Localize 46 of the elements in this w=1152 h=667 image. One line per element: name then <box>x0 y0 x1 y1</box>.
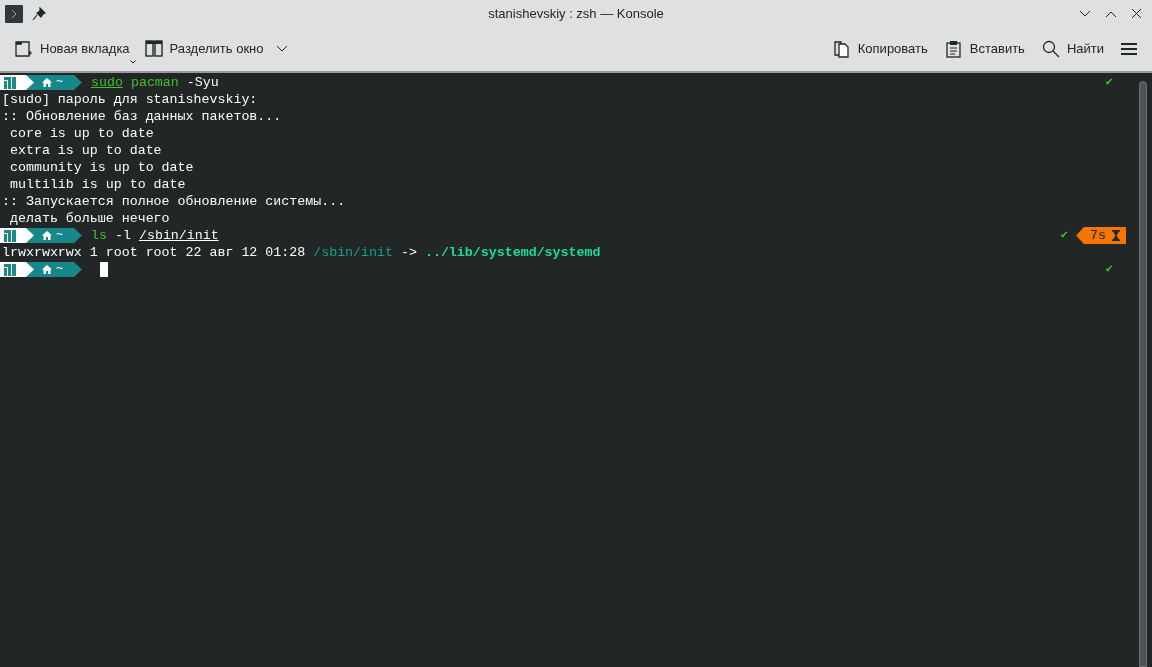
toolbar-button[interactable]: Копировать <box>829 34 930 64</box>
command-text: ls <box>91 227 107 244</box>
output-line: extra is up to date <box>8 142 162 159</box>
minimize-icon[interactable] <box>1079 9 1091 18</box>
home-icon <box>42 78 52 87</box>
logo-icon <box>4 76 16 89</box>
scrollbar[interactable] <box>1139 81 1147 667</box>
output-line: [sudo] пароль для stanishevskiy: <box>1 91 258 108</box>
toolbar-button[interactable]: Вставить <box>941 34 1027 64</box>
output-line: multilib is up to date <box>8 176 186 193</box>
argument-text: -l <box>114 227 131 244</box>
output-line: :: Обновление баз данных пакетов... <box>1 108 282 125</box>
home-icon <box>42 231 52 240</box>
output-line: делать больше нечего <box>8 210 170 227</box>
window-title: stanishevskiy : zsh — Konsole <box>488 4 664 23</box>
clipboard-icon <box>943 39 964 59</box>
split-view-icon <box>143 39 164 59</box>
output-line: lrwxrwxrwx 1 root root 22 авг 12 01:28 /sbin/init -> ../lib/systemd/systemd <box>1 244 601 261</box>
directory-text: ~ <box>56 227 64 244</box>
pin-icon[interactable] <box>32 6 46 21</box>
hourglass-icon <box>1112 230 1120 241</box>
success-mark: ✔ <box>1105 74 1113 91</box>
command-text: sudo <box>91 74 123 91</box>
success-mark: ✔ <box>1060 227 1069 244</box>
search-icon <box>1040 39 1061 59</box>
directory-text: ~ <box>56 261 64 278</box>
logo-icon <box>4 263 16 276</box>
maximize-icon[interactable] <box>1105 9 1117 18</box>
terminal-app-icon <box>4 3 24 24</box>
command-text: pacman <box>130 74 179 91</box>
home-icon <box>42 265 52 274</box>
success-mark: ✔ <box>1105 261 1113 278</box>
output-line: community is up to date <box>8 159 194 176</box>
logo-icon <box>4 229 16 242</box>
argument-text: /sbin/init <box>138 227 219 244</box>
output-line: core is up to date <box>8 125 154 142</box>
toolbar-button[interactable]: Разделить окно <box>141 34 290 64</box>
copy-icon <box>831 39 852 59</box>
output-line: :: Запускается полное обновление системы... <box>1 193 346 210</box>
argument-text: -Syu <box>186 74 219 91</box>
toolbar-button[interactable]: Новая вкладка <box>12 34 132 64</box>
toolbar-button[interactable]: Найти <box>1038 34 1106 64</box>
new-tab-icon <box>14 39 34 59</box>
duration-badge: 7s <box>1076 227 1126 244</box>
close-icon[interactable] <box>1131 8 1142 19</box>
directory-text: ~ <box>56 74 64 91</box>
